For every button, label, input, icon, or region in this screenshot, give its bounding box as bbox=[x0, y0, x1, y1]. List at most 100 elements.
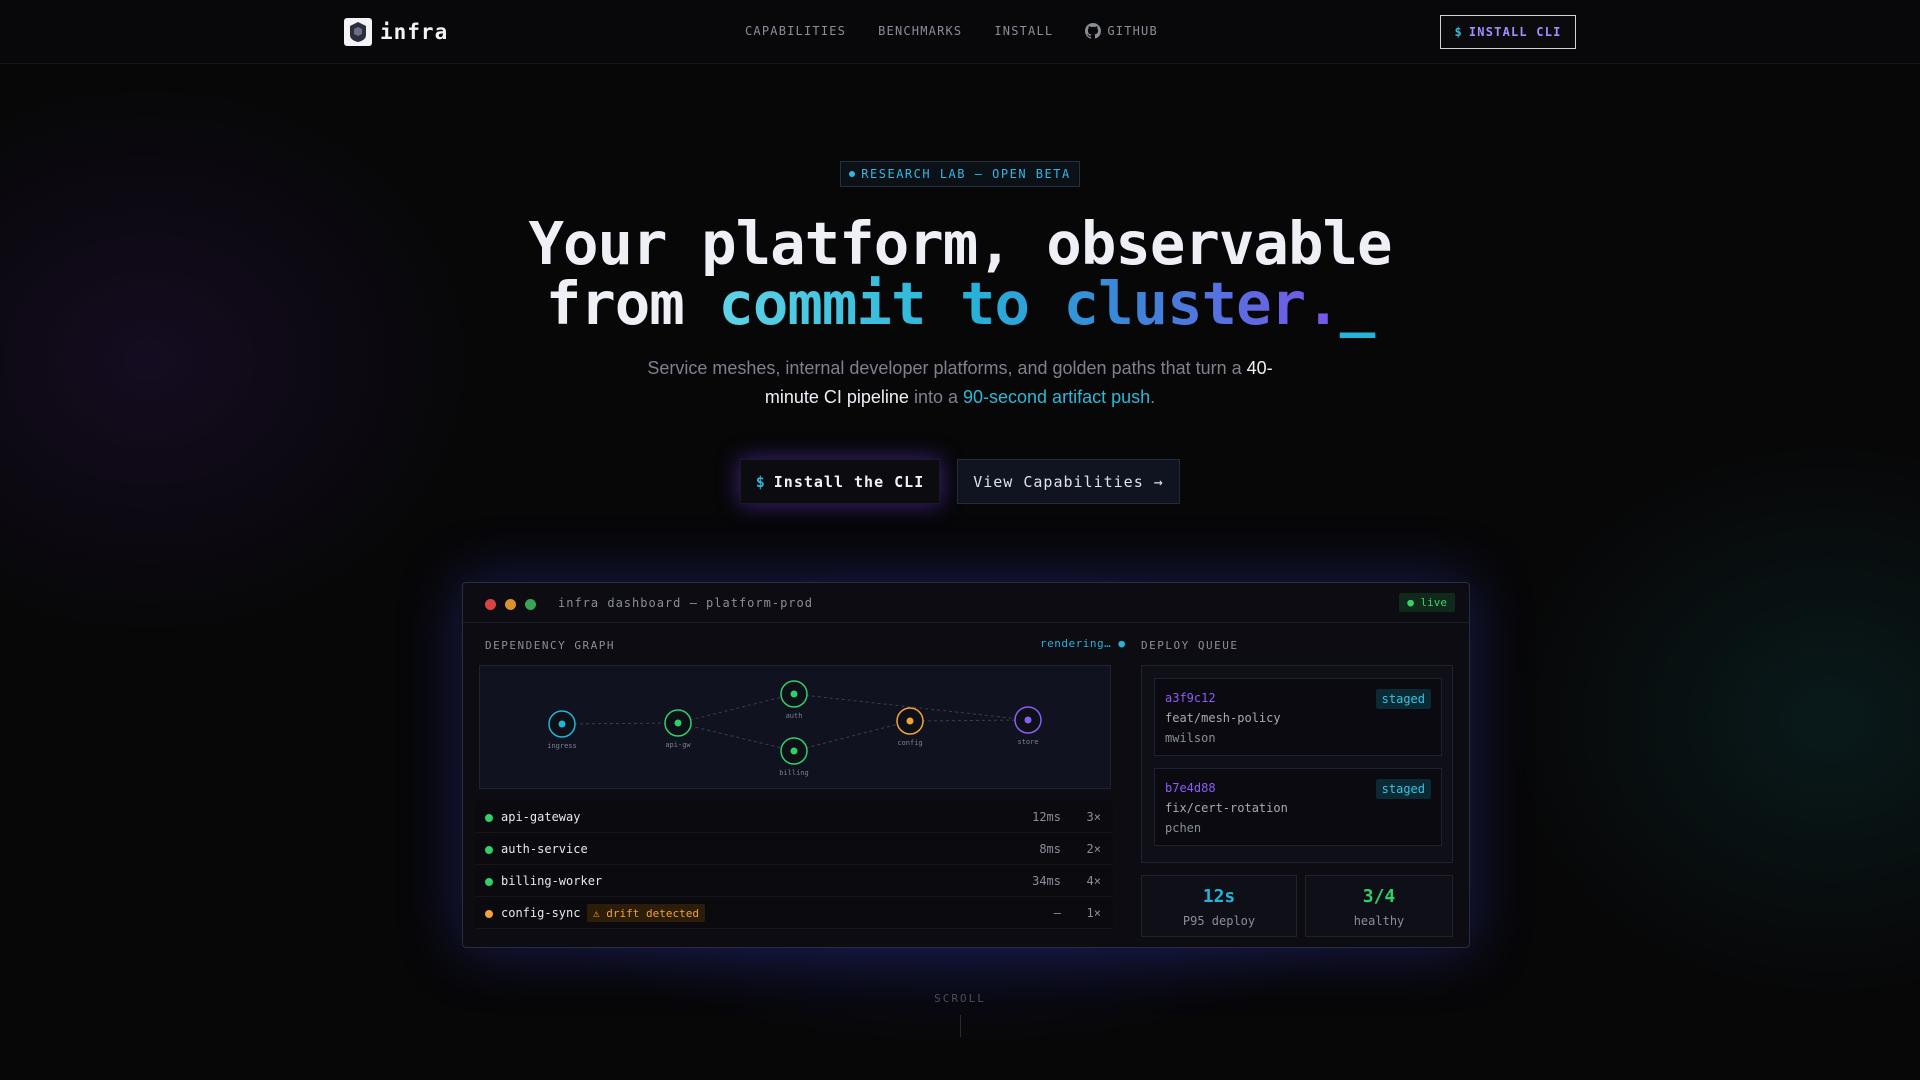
service-name: config-sync bbox=[501, 906, 581, 920]
nav-link-github-label: GITHUB bbox=[1107, 24, 1158, 38]
graph-node-label: auth bbox=[786, 712, 803, 720]
window-maximize-icon[interactable] bbox=[525, 599, 536, 610]
status-dot-icon bbox=[485, 846, 493, 854]
top-navbar: infra CAPABILITIES BENCHMARKS INSTALL GI… bbox=[0, 0, 1920, 64]
subtitle-text-3: . bbox=[1150, 387, 1156, 407]
service-name: api-gateway bbox=[501, 810, 581, 824]
graph-node-store[interactable]: store bbox=[1014, 706, 1042, 746]
commit-author: pchen bbox=[1165, 821, 1202, 835]
status-dot-icon bbox=[485, 814, 493, 822]
service-row-api-gateway[interactable]: api-gateway 12ms 3× bbox=[475, 801, 1113, 833]
stat-healthy: 3/4 healthy bbox=[1305, 875, 1453, 937]
brand-name: infra bbox=[380, 20, 449, 44]
graph-node-label: ingress bbox=[547, 742, 577, 750]
commit-hash: a3f9c12 bbox=[1165, 691, 1216, 705]
subtitle-highlight-artifact: 90-second artifact push bbox=[963, 387, 1151, 407]
service-list: api-gateway 12ms 3× auth-service 8ms 2× billin… bbox=[475, 801, 1113, 929]
graph-node-label: billing bbox=[779, 769, 809, 777]
deploy-queue-label: DEPLOY QUEUE bbox=[1141, 639, 1239, 652]
deploy-card-a3f9c12[interactable]: a3f9c12 staged feat/mesh-policy mwilson bbox=[1154, 678, 1442, 756]
dashboard-title: infra dashboard — platform-prod bbox=[558, 596, 813, 610]
service-latency: — bbox=[1053, 906, 1061, 920]
service-replicas: 3× bbox=[1086, 810, 1101, 824]
commit-author: mwilson bbox=[1165, 731, 1216, 745]
service-replicas: 1× bbox=[1086, 906, 1101, 920]
badge-label: RESEARCH LAB — OPEN BETA bbox=[861, 167, 1071, 181]
graph-edge bbox=[909, 719, 1029, 722]
service-replicas: 2× bbox=[1086, 842, 1101, 856]
service-name: auth-service bbox=[501, 842, 588, 856]
badge-dot-icon bbox=[849, 171, 856, 177]
graph-edge bbox=[793, 720, 911, 752]
nav-link-benchmarks[interactable]: BENCHMARKS bbox=[878, 23, 962, 39]
headline-gradient-text: commit to cluster. bbox=[718, 269, 1340, 338]
beta-badge: RESEARCH LAB — OPEN BETA bbox=[840, 161, 1080, 187]
stat-value: 3/4 bbox=[1362, 886, 1396, 907]
window-minimize-icon[interactable] bbox=[505, 599, 516, 610]
deploy-status-badge: staged bbox=[1375, 689, 1431, 709]
dependency-graph: ingress api-gw auth billing config store bbox=[479, 665, 1111, 789]
service-latency: 34ms bbox=[1032, 874, 1061, 888]
dollar-prefix: $ bbox=[1454, 25, 1463, 39]
deploy-status-badge: staged bbox=[1375, 779, 1431, 799]
service-row-config-sync[interactable]: config-sync ⚠ drift detected — 1× bbox=[475, 897, 1113, 929]
nav-link-install[interactable]: INSTALL bbox=[994, 23, 1053, 39]
branch-name: feat/mesh-policy bbox=[1165, 711, 1281, 725]
service-row-auth-service[interactable]: auth-service 8ms 2× bbox=[475, 833, 1113, 865]
graph-edge bbox=[677, 693, 795, 724]
headline-cursor: _ bbox=[1339, 269, 1376, 338]
graph-node-config[interactable]: config bbox=[896, 707, 924, 747]
stat-value: 12s bbox=[1202, 886, 1236, 907]
dashboard-titlebar: infra dashboard — platform-prod ● live bbox=[463, 583, 1469, 623]
dependency-graph-svg: ingress api-gw auth billing config store bbox=[547, 680, 1042, 777]
graph-node-billing[interactable]: billing bbox=[779, 737, 809, 777]
subtitle-text-2: into a bbox=[908, 387, 963, 407]
graph-edge bbox=[561, 722, 679, 725]
nav-link-capabilities[interactable]: CAPABILITIES bbox=[745, 23, 846, 39]
brand-logo-icon bbox=[344, 18, 372, 46]
deploy-card-b7e4d88[interactable]: b7e4d88 staged fix/cert-rotation pchen bbox=[1154, 768, 1442, 846]
graph-node-label: config bbox=[897, 739, 922, 747]
commit-hash: b7e4d88 bbox=[1165, 781, 1216, 795]
dependency-graph-label: DEPENDENCY GRAPH bbox=[485, 639, 615, 652]
graph-node-ingress[interactable]: ingress bbox=[547, 710, 577, 750]
github-icon bbox=[1085, 23, 1102, 39]
dashboard-preview: infra dashboard — platform-prod ● live D… bbox=[462, 582, 1470, 948]
live-badge: ● live bbox=[1399, 593, 1455, 612]
branch-name: fix/cert-rotation bbox=[1165, 801, 1288, 815]
graph-node-label: store bbox=[1017, 738, 1038, 746]
stat-p95-deploy: 12s P95 deploy bbox=[1141, 875, 1297, 937]
install-cli-label: Install the CLI bbox=[773, 472, 925, 491]
headline-line-2: from commit to cluster._ bbox=[0, 274, 1920, 334]
scroll-indicator[interactable]: SCROLL bbox=[0, 992, 1920, 1005]
graph-node-api-gw[interactable]: api-gw bbox=[664, 709, 692, 749]
install-cli-nav-label: INSTALL CLI bbox=[1468, 25, 1562, 39]
drift-badge: ⚠ drift detected bbox=[587, 904, 705, 922]
service-latency: 12ms bbox=[1032, 810, 1061, 824]
install-cli-button[interactable]: $ Install the CLI bbox=[740, 459, 940, 504]
service-latency: 8ms bbox=[1039, 842, 1061, 856]
deploy-queue: a3f9c12 staged feat/mesh-policy mwilson b7e4… bbox=[1141, 665, 1453, 863]
nav-link-github[interactable]: GITHUB bbox=[1085, 23, 1158, 39]
stat-label: healthy bbox=[1353, 914, 1405, 928]
graph-status: rendering… ● bbox=[1040, 637, 1126, 650]
view-capabilities-button[interactable]: View Capabilities → bbox=[957, 459, 1180, 504]
hero-subtitle: Service meshes, internal developer platf… bbox=[640, 354, 1280, 412]
headline-line-2-plain: from bbox=[545, 269, 719, 338]
status-dot-icon bbox=[485, 878, 493, 886]
status-dot-icon bbox=[485, 910, 493, 918]
scroll-line bbox=[960, 1015, 961, 1037]
brand[interactable]: infra bbox=[344, 18, 448, 46]
graph-node-auth[interactable]: auth bbox=[780, 680, 808, 720]
window-close-icon[interactable] bbox=[485, 599, 496, 610]
hero-headline: Your platform, observable from commit to… bbox=[0, 214, 1920, 334]
service-name: billing-worker bbox=[501, 874, 603, 888]
service-replicas: 4× bbox=[1086, 874, 1101, 888]
install-cli-nav-button[interactable]: $ INSTALL CLI bbox=[1440, 15, 1576, 49]
graph-node-label: api-gw bbox=[665, 741, 691, 749]
nav-links: CAPABILITIES BENCHMARKS INSTALL GITHUB bbox=[745, 23, 1158, 39]
dollar-prefix: $ bbox=[755, 472, 766, 491]
graph-edge bbox=[677, 722, 795, 752]
subtitle-text-1: Service meshes, internal developer platf… bbox=[647, 358, 1247, 378]
service-row-billing-worker[interactable]: billing-worker 34ms 4× bbox=[475, 865, 1113, 897]
